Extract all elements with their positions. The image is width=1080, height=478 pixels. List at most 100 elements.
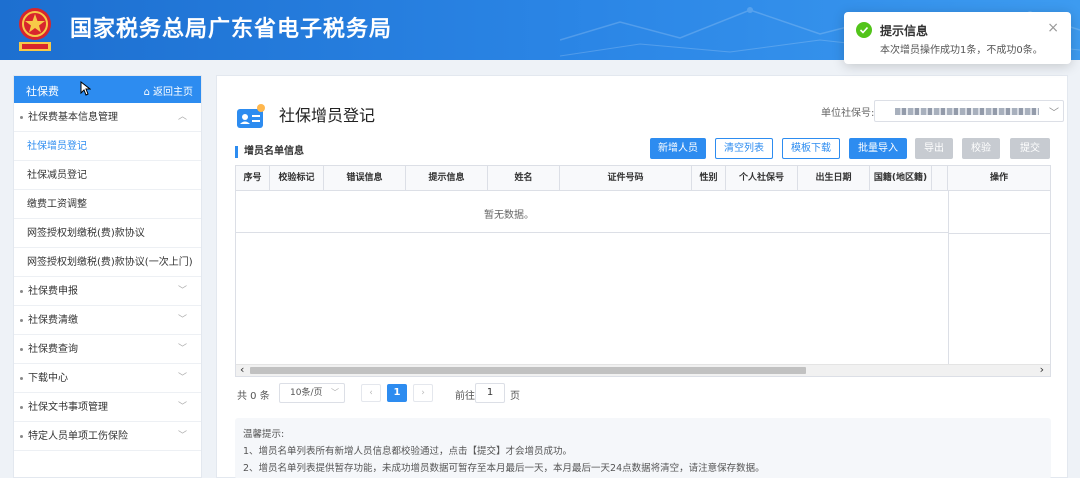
sidebar-item-label: 网签授权划缴税(费)款协议(一次上门) [27,257,193,268]
sidebar-title: 社保费 [26,85,59,98]
national-emblem-icon [19,8,51,51]
export-button[interactable]: 导出 [915,138,953,159]
tips-line: 1、增员名单列表所有新增人员信息都校验通过，点击【提交】才会增员成功。 [243,446,573,457]
sidebar-item-query[interactable]: 社保费查询 ﹀ [14,335,201,364]
caret-down-icon: ﹀ [331,388,339,397]
sidebar-item-label: 社保文书事项管理 [28,402,108,413]
empty-row [236,191,948,233]
sidebar-item-declare[interactable]: 社保费申报 ﹀ [14,277,201,306]
home-link[interactable]: ⌂ 返回主页 [144,83,193,98]
main-panel: 社保增员登记 单位社保号: ﹀ 增员名单信息 新增人员 清空列表 模板下载 批量… [216,75,1068,478]
sidebar-item-label: 特定人员单项工伤保险 [28,431,128,442]
redacted-value [895,108,1039,115]
unit-social-security-select[interactable]: ﹀ [874,100,1064,122]
sidebar-item-label: 缴费工资调整 [27,199,87,210]
sidebar-item-label: 网签授权划缴税(费)款协议 [27,228,145,239]
sidebar-item-remove-staff[interactable]: 社保减员登记 [14,161,201,190]
toast-notification: 提示信息 本次增员操作成功1条，不成功0条。 × [844,12,1071,64]
sidebar-item-online-agreement-visit[interactable]: 网签授权划缴税(费)款协议(一次上门) [14,248,201,277]
template-download-button[interactable]: 模板下载 [782,138,840,159]
scrollbar-thumb[interactable] [250,367,806,374]
clear-list-button[interactable]: 清空列表 [715,138,773,159]
column-header-spacer [932,166,948,191]
sidebar-item-injury-insurance[interactable]: 特定人员单项工伤保险 ﹀ [14,422,201,451]
bullet-dot [20,377,23,380]
goto-page-input[interactable]: 1 [475,383,505,403]
sidebar-item-basic-info[interactable]: 社保费基本信息管理 ︿ [14,103,201,132]
page-size-value: 10条/页 [290,388,323,398]
pagination: 共 0 条 10条/页 ﹀ ‹ 1 › 前往 1 页 [237,382,637,404]
chevron-down-icon: ﹀ [177,286,187,296]
chevron-down-icon: ﹀ [177,373,187,383]
close-icon[interactable]: × [1047,20,1059,36]
home-icon: ⌂ [143,87,150,98]
chevron-down-icon: ﹀ [1049,108,1059,119]
batch-import-button[interactable]: 批量导入 [849,138,907,159]
sidebar-item-download[interactable]: 下载中心 ﹀ [14,364,201,393]
bullet-dot [20,435,23,438]
sidebar-item-label: 社保费基本信息管理 [28,112,118,123]
bullet-dot [20,319,23,322]
tips-line: 2、增员名单列表提供暂存功能，未成功增员数据可暂存至本月最后一天，本月最后一天2… [243,463,765,474]
verify-button[interactable]: 校验 [962,138,1000,159]
toast-title: 提示信息 [880,24,929,38]
page-unit-label: 页 [510,391,520,402]
sidebar-item-add-staff[interactable]: 社保增员登记 [14,132,201,161]
sidebar-item-documents[interactable]: 社保文书事项管理 ﹀ [14,393,201,422]
page-size-select[interactable]: 10条/页 ﹀ [279,383,345,403]
bullet-dot [20,348,23,351]
column-header: 出生日期 [798,166,870,191]
arrow-left-icon[interactable]: ‹ [240,363,244,376]
sidebar: 社保费 ⌂ 返回主页 社保费基本信息管理 ︿ 社保增员登记 社保减员登记 缴费工资… [13,75,202,478]
row-divider [949,233,1050,234]
check-circle-icon [856,22,872,38]
sidebar-item-label: 社保费申报 [28,286,78,297]
column-header: 操作 [989,173,1008,183]
column-header: 证件号码 [560,166,692,191]
bullet-dot [20,406,23,409]
submit-button[interactable]: 提交 [1010,138,1050,159]
toast-message: 本次增员操作成功1条，不成功0条。 [880,45,1043,56]
horizontal-scrollbar[interactable]: ‹ › [236,363,1050,376]
column-header: 个人社保号 [726,166,798,191]
unit-social-security-label: 单位社保号: [821,108,875,119]
page-title: 社保增员登记 [279,106,376,125]
prev-page-button[interactable]: ‹ [361,384,381,402]
home-link-label: 返回主页 [153,87,193,98]
id-card-icon [237,104,265,128]
current-page[interactable]: 1 [387,384,407,402]
sidebar-item-settle[interactable]: 社保费清缴 ﹀ [14,306,201,335]
sidebar-item-wage-adjust[interactable]: 缴费工资调整 [14,190,201,219]
chevron-down-icon: ﹀ [177,344,187,354]
sidebar-header: 社保费 ⌂ 返回主页 [14,76,201,103]
sidebar-item-label: 社保费查询 [28,344,78,355]
sidebar-item-label: 下载中心 [28,373,68,384]
table-header: 序号 校验标记 错误信息 提示信息 姓名 证件号码 性别 个人社保号 出生日期 … [236,166,1050,191]
section-title: 增员名单信息 [235,146,304,158]
column-header: 提示信息 [406,166,488,191]
chevron-down-icon: ﹀ [177,402,187,412]
site-title: 国家税务总局广东省电子税务局 [70,17,393,42]
chevron-down-icon: ﹀ [177,431,187,441]
column-header: 国籍(地区籍) [870,166,932,191]
total-count: 共 0 条 [237,391,270,402]
column-header: 错误信息 [324,166,406,191]
column-header: 性别 [692,166,726,191]
bullet-dot [20,290,23,293]
chevron-down-icon: ﹀ [177,315,187,325]
sidebar-item-online-agreement[interactable]: 网签授权划缴税(费)款协议 [14,219,201,248]
add-staff-button[interactable]: 新增人员 [650,138,706,159]
goto-label: 前往 [455,391,475,402]
operation-column [948,191,1050,365]
sidebar-item-label: 社保费清缴 [28,315,78,326]
arrow-right-icon[interactable]: › [1040,363,1044,376]
column-header: 序号 [236,166,270,191]
empty-text: 暂无数据。 [484,210,534,221]
column-header: 校验标记 [270,166,324,191]
next-page-button[interactable]: › [413,384,433,402]
tips-box: 温馨提示: 1、增员名单列表所有新增人员信息都校验通过，点击【提交】才会增员成功… [235,418,1051,478]
cursor-icon [80,81,91,96]
sidebar-item-label: 社保减员登记 [27,170,87,181]
chevron-up-icon: ︿ [177,112,187,122]
staff-table: 序号 校验标记 错误信息 提示信息 姓名 证件号码 性别 个人社保号 出生日期 … [235,165,1051,377]
